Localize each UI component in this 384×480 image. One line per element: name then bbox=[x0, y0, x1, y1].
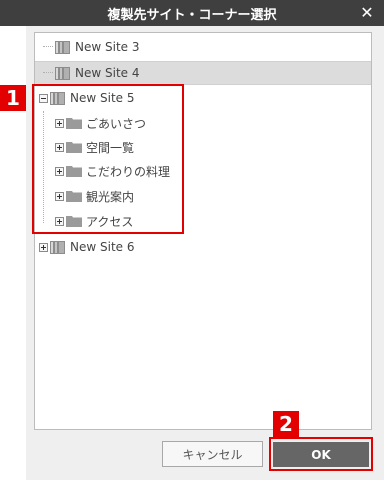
dialog-title: 複製先サイト・コーナー選択 bbox=[107, 7, 277, 23]
tree-connector bbox=[43, 72, 53, 74]
tree-label: New Site 4 bbox=[75, 66, 140, 80]
tree-row-new-site-4[interactable]: New Site 4 bbox=[35, 61, 371, 85]
tree-row-new-site-6[interactable]: New Site 6 bbox=[35, 235, 371, 259]
cancel-button[interactable]: キャンセル bbox=[162, 441, 263, 467]
tree-label: New Site 6 bbox=[70, 240, 135, 254]
dialog-titlebar: 複製先サイト・コーナー選択 ✕ bbox=[0, 0, 384, 26]
tree-row-new-site-3[interactable]: New Site 3 bbox=[35, 35, 371, 59]
plus-box-icon[interactable] bbox=[39, 242, 48, 252]
tree-connector bbox=[43, 46, 53, 48]
close-icon[interactable]: ✕ bbox=[358, 4, 376, 22]
site-pages-icon bbox=[55, 66, 70, 80]
site-pages-icon bbox=[55, 40, 70, 54]
callout-badge-2: 2 bbox=[273, 411, 299, 437]
tree-label: New Site 3 bbox=[75, 40, 140, 54]
callout-badge-1: 1 bbox=[0, 85, 26, 111]
site-pages-icon bbox=[50, 240, 65, 254]
callout-box-1 bbox=[32, 84, 184, 234]
callout-box-2 bbox=[269, 437, 373, 471]
